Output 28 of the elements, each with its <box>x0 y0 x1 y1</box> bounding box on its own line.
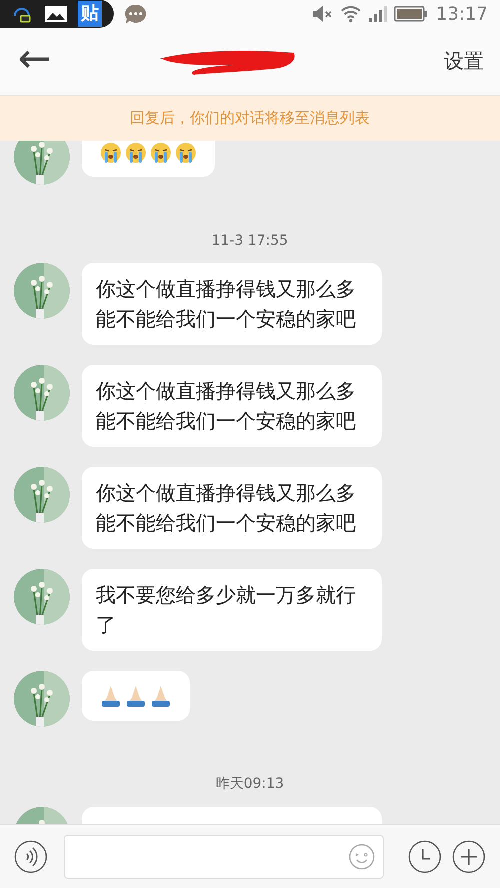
plus-icon <box>452 840 486 874</box>
settings-button[interactable]: 设置 <box>428 48 500 75</box>
battery-icon <box>394 6 428 22</box>
timestamp: 昨天09:13 <box>216 775 284 793</box>
timestamp: 11-3 17:55 <box>212 233 288 249</box>
image-icon <box>44 4 68 24</box>
message-bubble: 你这个做直播挣得钱又那么多能不能给我们一个安稳的家吧 <box>82 263 382 345</box>
crying-face-icon <box>175 142 197 164</box>
voice-button[interactable] <box>14 840 48 874</box>
message-bubble: 我不要您给多少就一万多就行了 <box>82 569 382 651</box>
message-bubble: 你这个做直播挣得钱又那么多能不能给我们一个安稳的家吧 <box>82 365 382 447</box>
clock-icon <box>408 840 442 874</box>
crying-face-icon <box>125 142 147 164</box>
app-badge: 贴 <box>78 1 102 27</box>
message-input[interactable] <box>64 834 384 878</box>
add-button[interactable] <box>452 840 486 874</box>
clock-time: 13:17 <box>436 4 488 24</box>
crying-face-icon <box>100 142 122 164</box>
history-button[interactable] <box>408 840 442 874</box>
voice-icon <box>14 840 48 874</box>
notice-banner: 回复后，你们的对话将移至消息列表 <box>0 96 500 141</box>
message-bubble: 你这个做直播挣得钱又那么多能不能给我们一个安稳的家吧 <box>82 467 382 549</box>
crying-face-icon <box>150 142 172 164</box>
mute-icon <box>312 5 334 23</box>
chat-icon <box>124 3 148 25</box>
wifi-icon <box>340 5 362 23</box>
signal-icon <box>368 5 388 23</box>
back-button[interactable]: ← <box>0 36 68 88</box>
